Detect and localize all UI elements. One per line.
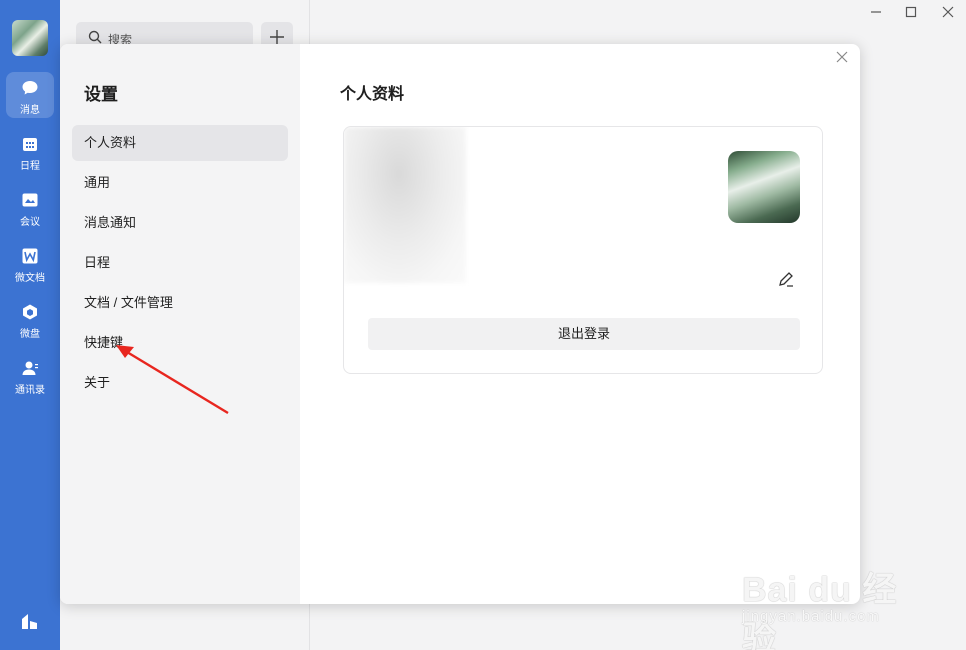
settings-menu-general[interactable]: 通用	[72, 165, 288, 201]
workspace-icon[interactable]	[20, 611, 40, 631]
baidu-watermark: Bai du 经验 jingyan.baidu.com	[740, 540, 920, 650]
rail-item-label: 消息	[20, 105, 40, 116]
contacts-icon	[22, 361, 38, 375]
annotation-arrow	[116, 345, 229, 415]
app-rail: 消息 日程 会议 微文档 微盘 通讯录	[0, 0, 60, 650]
logout-button[interactable]: 退出登录	[368, 318, 800, 350]
rail-item-drive[interactable]: 微盘	[6, 296, 54, 342]
rail-item-label: 微盘	[20, 329, 40, 340]
settings-content: 个人资料 退出登录	[300, 44, 860, 604]
plus-icon	[270, 30, 284, 44]
rail-item-label: 微文档	[15, 273, 45, 284]
chat-bubble-icon	[22, 81, 38, 95]
rail-item-meeting[interactable]: 会议	[6, 184, 54, 230]
settings-menu-files[interactable]: 文档 / 文件管理	[72, 285, 288, 321]
rail-item-calendar[interactable]: 日程	[6, 128, 54, 174]
rail-item-label: 通讯录	[15, 385, 45, 396]
rail-item-label: 会议	[20, 217, 40, 228]
section-title: 个人资料	[340, 86, 405, 103]
rail-item-contacts[interactable]: 通讯录	[6, 352, 54, 398]
blurred-profile-info	[344, 127, 466, 283]
settings-dialog: 设置 个人资料 通用 消息通知 日程 文档 / 文件管理 快捷键 关于 个人资料…	[60, 44, 860, 604]
settings-sidebar: 设置 个人资料 通用 消息通知 日程 文档 / 文件管理 快捷键 关于	[60, 44, 300, 604]
rail-item-messages[interactable]: 消息	[6, 72, 54, 118]
maximize-icon[interactable]	[903, 4, 919, 20]
doc-w-icon	[22, 248, 38, 264]
settings-menu-calendar[interactable]: 日程	[72, 245, 288, 281]
profile-card: 退出登录	[343, 126, 823, 374]
meeting-icon	[22, 193, 38, 207]
rail-item-label: 日程	[20, 161, 40, 172]
rail-item-docs[interactable]: 微文档	[6, 240, 54, 286]
window-close-icon[interactable]	[940, 4, 956, 20]
settings-menu-notifications[interactable]: 消息通知	[72, 205, 288, 241]
search-icon	[88, 30, 102, 44]
edit-pencil-icon[interactable]	[777, 270, 795, 288]
calendar-icon	[23, 138, 37, 151]
watermark-url: jingyan.baidu.com	[742, 608, 880, 625]
drive-icon	[23, 304, 37, 320]
settings-title: 设置	[84, 85, 118, 104]
profile-photo[interactable]	[728, 151, 800, 223]
settings-menu-profile[interactable]: 个人资料	[72, 125, 288, 161]
user-avatar[interactable]	[12, 20, 48, 56]
watermark-brand: Bai du 经验	[742, 571, 898, 650]
minimize-icon[interactable]	[868, 4, 884, 20]
